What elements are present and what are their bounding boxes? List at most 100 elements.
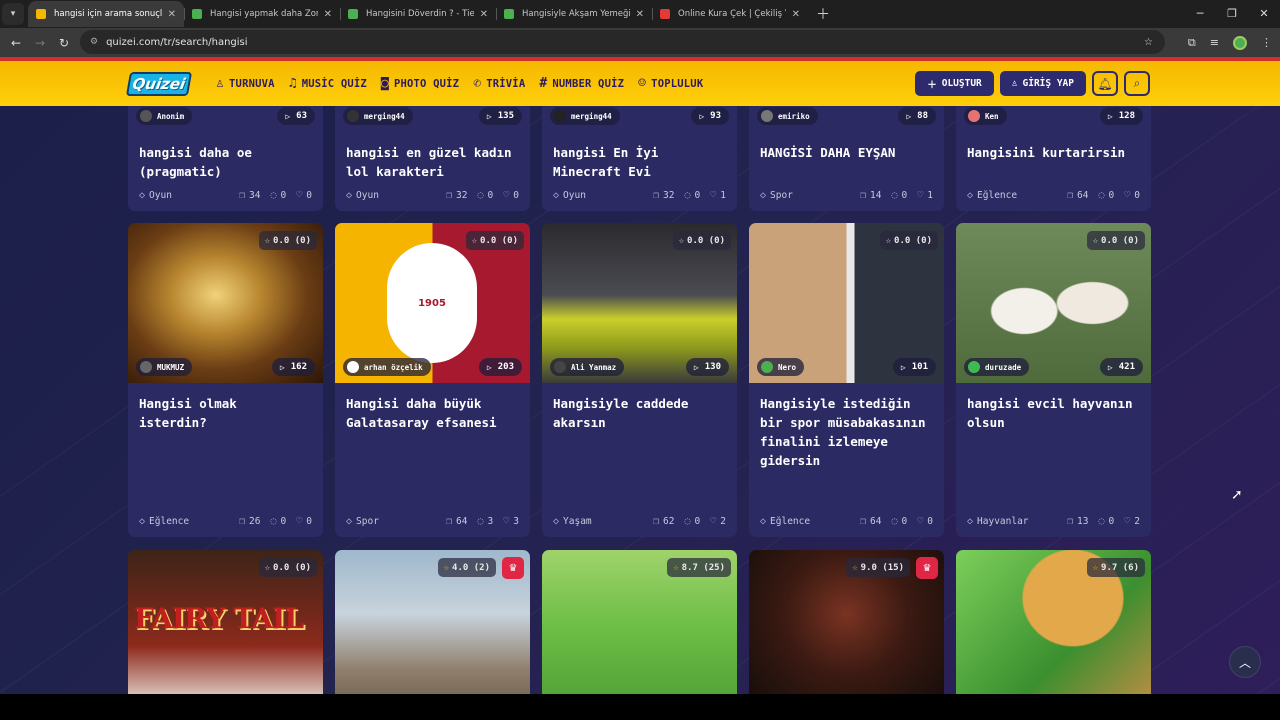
close-tab-icon[interactable]: ✕ [324, 9, 332, 20]
like-count[interactable]: ♡ 1 [710, 190, 726, 201]
quiz-title[interactable]: hangisi daha oe (pragmatic) [128, 132, 323, 181]
scroll-to-top-button[interactable]: ︿ [1229, 646, 1261, 678]
quiz-thumbnail[interactable]: ☆ 0.0 (0) MUKMUZ ▷ 162 [128, 223, 323, 383]
site-info-icon[interactable]: ⚙ [90, 37, 98, 47]
quiz-thumbnail[interactable]: FAIRY TAIL ☆ 0.0 (0) [128, 550, 323, 694]
quiz-thumbnail[interactable]: emiriko ▷ 88 [749, 106, 944, 132]
tab-3[interactable]: Hangisiyle Akşam Yemeği - Tier ✕ [496, 1, 652, 27]
quiz-card[interactable]: emiriko ▷ 88 HANGİSİ DAHA EYŞAN ◇ Spor ❐ 14 ◌ 0 ♡ 1 [749, 106, 944, 211]
close-tab-icon[interactable]: ✕ [168, 9, 176, 20]
category[interactable]: ◇ Eğlence [139, 516, 229, 527]
category[interactable]: ◇ Yaşam [553, 516, 643, 527]
quiz-thumbnail[interactable]: ☆ 8.7 (25) [542, 550, 737, 694]
nav-turnuva[interactable]: ♙ TURNUVA [216, 76, 275, 91]
reload-icon[interactable]: ↻ [52, 36, 76, 50]
quiz-card[interactable]: ☆ 0.0 (0) duruzade ▷ 421 hangisi evcil hayvan… [956, 223, 1151, 537]
quiz-card[interactable]: merging44 ▷ 93 hangisi En İyi Minecraft Evi… [542, 106, 737, 211]
quiz-thumbnail[interactable]: Anonim ▷ 63 [128, 106, 323, 132]
category[interactable]: ◇ Eğlence [967, 190, 1057, 201]
quiz-thumbnail[interactable]: Ken ▷ 128 [956, 106, 1151, 132]
nav-photo-quiz[interactable]: ◙ PHOTO QUİZ [381, 76, 459, 91]
like-count[interactable]: ♡ 0 [296, 516, 312, 527]
quiz-title[interactable]: Hangisi daha büyük Galatasaray efsanesi [335, 383, 530, 432]
quiz-thumbnail[interactable]: merging44 ▷ 93 [542, 106, 737, 132]
tab-4[interactable]: Online Kura Çek | Çekiliş Yap ✕ [652, 1, 808, 27]
quiz-card[interactable]: ☆ 9.7 (6) [956, 550, 1151, 694]
quiz-title[interactable]: Hangisini kurtarirsin [956, 132, 1151, 162]
author-chip[interactable]: duruzade [964, 358, 1030, 376]
quiz-thumbnail[interactable]: ☆ 0.0 (0) duruzade ▷ 421 [956, 223, 1151, 383]
tab-1[interactable]: Hangisi yapmak daha Zor - Tier ✕ [184, 1, 340, 27]
author-chip[interactable]: Ali Yanmaz [550, 358, 625, 376]
restore-icon[interactable]: ❐ [1216, 0, 1248, 28]
author-chip[interactable]: emiriko [757, 107, 818, 125]
quiz-card[interactable]: merging44 ▷ 135 hangisi en güzel kadın lol … [335, 106, 530, 211]
quiz-card[interactable]: ☆ 4.0 (2) ♛ [335, 550, 530, 694]
search-icon[interactable]: ⌕ [1124, 71, 1150, 96]
like-count[interactable]: ♡ 3 [503, 516, 519, 527]
quiz-card[interactable]: 1905 ☆ 0.0 (0) arhan özçelik ▷ 203 Hangisi dah… [335, 223, 530, 537]
media-icon[interactable]: ≡ [1210, 36, 1219, 49]
close-window-icon[interactable]: ✕ [1248, 0, 1280, 28]
quiz-title[interactable]: Hangisi olmak isterdin? [128, 383, 323, 432]
category[interactable]: ◇ Oyun [553, 190, 643, 201]
quiz-title[interactable]: Hangisiyle istediğin bir spor müsabakası… [749, 383, 944, 470]
nav-topluluk[interactable]: ☺ TOPLULUK [638, 76, 703, 91]
nav-trivia[interactable]: ✆ TRİVİA [473, 76, 525, 91]
quiz-thumbnail[interactable]: ☆ 0.0 (0) Nero ▷ 101 [749, 223, 944, 383]
category[interactable]: ◇ Hayvanlar [967, 516, 1057, 527]
quiz-card[interactable]: ☆ 9.0 (15) ♛ [749, 550, 944, 694]
close-tab-icon[interactable]: ✕ [792, 9, 800, 20]
close-tab-icon[interactable]: ✕ [636, 9, 644, 20]
quiz-card[interactable]: Anonim ▷ 63 hangisi daha oe (pragmatic) ◇ Oyu… [128, 106, 323, 211]
nav-number-quiz[interactable]: # NUMBER QUİZ [539, 76, 624, 91]
quiz-card[interactable]: FAIRY TAIL ☆ 0.0 (0) [128, 550, 323, 694]
quiz-thumbnail[interactable]: ☆ 9.7 (6) [956, 550, 1151, 694]
quiz-thumbnail[interactable]: 1905 ☆ 0.0 (0) arhan özçelik ▷ 203 [335, 223, 530, 383]
quiz-thumbnail[interactable]: ☆ 9.0 (15) ♛ [749, 550, 944, 694]
tab-search-icon[interactable]: ▾ [2, 3, 24, 25]
author-chip[interactable]: merging44 [343, 107, 413, 125]
quiz-title[interactable]: Hangisiyle caddede akarsın [542, 383, 737, 432]
quiz-card[interactable]: ☆ 0.0 (0) MUKMUZ ▷ 162 Hangisi olmak isterdin… [128, 223, 323, 537]
profile-icon[interactable] [1233, 35, 1247, 50]
author-chip[interactable]: merging44 [550, 107, 620, 125]
quiz-card[interactable]: Ken ▷ 128 Hangisini kurtarirsin ◇ Eğlence ❐ 64 ◌… [956, 106, 1151, 211]
quiz-thumbnail[interactable]: ☆ 0.0 (0) Ali Yanmaz ▷ 130 [542, 223, 737, 383]
like-count[interactable]: ♡ 0 [1124, 190, 1140, 201]
tab-0[interactable]: hangisi için arama sonuçları - Q ✕ [28, 1, 184, 27]
like-count[interactable]: ♡ 0 [296, 190, 312, 201]
nav-music-quiz[interactable]: ♫ MUSİC QUİZ [289, 76, 367, 91]
like-count[interactable]: ♡ 2 [710, 516, 726, 527]
notification-bell-icon[interactable]: 🔔︎ [1092, 71, 1118, 96]
category[interactable]: ◇ Spor [346, 516, 436, 527]
extensions-icon[interactable]: ⧉ [1188, 36, 1196, 50]
address-bar[interactable]: ⚙ quizei.com/tr/search/hangisi ☆ [80, 30, 1165, 54]
forward-icon[interactable]: → [28, 36, 52, 50]
category[interactable]: ◇ Spor [760, 190, 850, 201]
back-icon[interactable]: ← [4, 36, 28, 50]
quiz-card[interactable]: ☆ 8.7 (25) [542, 550, 737, 694]
create-button[interactable]: ＋ OLUŞTUR [915, 71, 994, 96]
minimize-icon[interactable]: ─ [1184, 0, 1216, 28]
site-logo[interactable]: Quizei [125, 71, 193, 96]
quiz-card[interactable]: ☆ 0.0 (0) Ali Yanmaz ▷ 130 Hangisiyle caddede… [542, 223, 737, 537]
quiz-title[interactable]: HANGİSİ DAHA EYŞAN [749, 132, 944, 162]
category[interactable]: ◇ Oyun [139, 190, 229, 201]
author-chip[interactable]: MUKMUZ [136, 358, 193, 376]
author-chip[interactable]: Ken [964, 107, 1007, 125]
category[interactable]: ◇ Eğlence [760, 516, 850, 527]
close-tab-icon[interactable]: ✕ [480, 9, 488, 20]
author-chip[interactable]: Nero [757, 358, 805, 376]
author-chip[interactable]: Anonim [136, 107, 193, 125]
quiz-thumbnail[interactable]: merging44 ▷ 135 [335, 106, 530, 132]
like-count[interactable]: ♡ 0 [917, 516, 933, 527]
login-button[interactable]: ♙ GİRİŞ YAP [999, 71, 1086, 96]
quiz-card[interactable]: ☆ 0.0 (0) Nero ▷ 101 Hangisiyle istediğin bir… [749, 223, 944, 537]
like-count[interactable]: ♡ 2 [1124, 516, 1140, 527]
new-tab-icon[interactable]: ＋ [816, 4, 830, 24]
quiz-thumbnail[interactable]: ☆ 4.0 (2) ♛ [335, 550, 530, 694]
like-count[interactable]: ♡ 0 [503, 190, 519, 201]
category[interactable]: ◇ Oyun [346, 190, 436, 201]
quiz-title[interactable]: hangisi evcil hayvanın olsun [956, 383, 1151, 432]
